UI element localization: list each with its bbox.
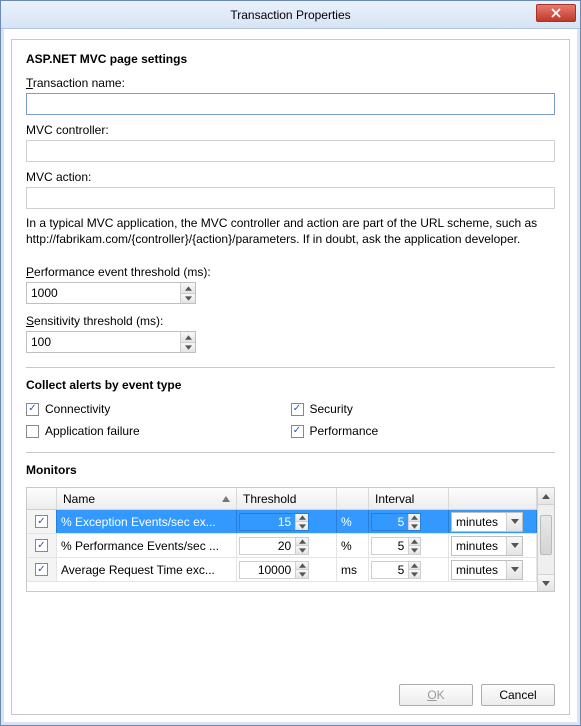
- spinner-down-icon[interactable]: [409, 570, 420, 578]
- row-checkbox[interactable]: [35, 563, 48, 576]
- interval-spinner[interactable]: [371, 513, 421, 531]
- col-header-name[interactable]: Name: [57, 488, 237, 509]
- spinner-up-icon[interactable]: [181, 283, 195, 294]
- mvc-action-input[interactable]: [26, 187, 555, 209]
- spinner-down-icon[interactable]: [296, 570, 308, 578]
- dialog-footer: OK Cancel: [399, 684, 555, 706]
- security-checkbox[interactable]: [291, 403, 304, 416]
- row-checkbox[interactable]: [35, 539, 48, 552]
- interval-input[interactable]: [372, 538, 408, 554]
- spinner-up-icon[interactable]: [181, 332, 195, 343]
- performance-label: Performance: [310, 424, 379, 438]
- row-name: Average Request Time exc...: [57, 558, 237, 581]
- row-checkbox[interactable]: [35, 515, 48, 528]
- scroll-down-icon[interactable]: [538, 574, 554, 591]
- spinner-down-icon[interactable]: [296, 522, 308, 530]
- perf-threshold-spinner[interactable]: [26, 282, 196, 304]
- spinner-down-icon[interactable]: [181, 294, 195, 304]
- dialog-window: Transaction Properties ASP.NET MVC page …: [0, 0, 581, 726]
- connectivity-label: Connectivity: [45, 402, 110, 416]
- monitors-table: Name Threshold Interval % Exception Even…: [26, 487, 555, 592]
- monitors-header-row: Name Threshold Interval: [27, 488, 537, 510]
- interval-unit-dropdown[interactable]: minutes: [451, 536, 523, 556]
- dialog-content: ASP.NET MVC page settings Transaction na…: [11, 39, 570, 715]
- table-row[interactable]: % Exception Events/sec ex...% minutes: [27, 510, 537, 534]
- section-heading-monitors: Monitors: [26, 463, 555, 477]
- spinner-down-icon[interactable]: [296, 546, 308, 554]
- transaction-name-label: Transaction name:: [26, 76, 555, 90]
- chevron-down-icon[interactable]: [506, 537, 522, 555]
- separator: [26, 367, 555, 368]
- threshold-input[interactable]: [240, 538, 295, 554]
- cancel-button[interactable]: Cancel: [481, 684, 555, 706]
- row-name: % Exception Events/sec ex...: [57, 510, 237, 533]
- interval-spinner[interactable]: [371, 561, 421, 579]
- threshold-unit: %: [337, 510, 369, 533]
- connectivity-checkbox[interactable]: [26, 403, 39, 416]
- interval-unit-dropdown[interactable]: minutes: [451, 560, 523, 580]
- spinner-up-icon[interactable]: [409, 562, 420, 571]
- separator: [26, 452, 555, 453]
- threshold-unit: ms: [337, 558, 369, 581]
- perf-threshold-input[interactable]: [27, 283, 180, 303]
- section-heading-alerts: Collect alerts by event type: [26, 378, 555, 392]
- spinner-up-icon[interactable]: [296, 562, 308, 571]
- mvc-action-label: MVC action:: [26, 170, 555, 184]
- titlebar: Transaction Properties: [1, 1, 580, 29]
- col-header-threshold[interactable]: Threshold: [237, 488, 337, 509]
- spinner-up-icon[interactable]: [296, 514, 308, 523]
- interval-spinner[interactable]: [371, 537, 421, 555]
- spinner-down-icon[interactable]: [409, 522, 420, 530]
- interval-unit-dropdown[interactable]: minutes: [451, 512, 523, 532]
- mvc-controller-input[interactable]: [26, 140, 555, 162]
- interval-unit-value: minutes: [452, 537, 506, 555]
- interval-unit-value: minutes: [452, 561, 506, 579]
- threshold-input[interactable]: [240, 562, 295, 578]
- security-label: Security: [310, 402, 353, 416]
- interval-input[interactable]: [372, 514, 408, 530]
- monitors-scrollbar[interactable]: [537, 488, 554, 591]
- table-row[interactable]: Average Request Time exc... ms minutes: [27, 558, 537, 582]
- ok-button[interactable]: OK: [399, 684, 473, 706]
- window-title: Transaction Properties: [230, 8, 350, 22]
- performance-checkbox[interactable]: [291, 425, 304, 438]
- transaction-name-input[interactable]: [26, 93, 555, 115]
- sensitivity-threshold-label: Sensitivity threshold (ms):: [26, 314, 555, 328]
- row-name: % Performance Events/sec ...: [57, 534, 237, 557]
- close-icon: [551, 8, 561, 18]
- interval-unit-value: minutes: [452, 513, 506, 531]
- section-heading-mvc: ASP.NET MVC page settings: [26, 52, 555, 66]
- spinner-up-icon[interactable]: [296, 538, 308, 547]
- threshold-unit: %: [337, 534, 369, 557]
- mvc-controller-label: MVC controller:: [26, 123, 555, 137]
- perf-threshold-label: Performance event threshold (ms):: [26, 265, 555, 279]
- spinner-down-icon[interactable]: [409, 546, 420, 554]
- chevron-down-icon[interactable]: [506, 513, 522, 531]
- threshold-spinner[interactable]: [239, 537, 309, 555]
- spinner-down-icon[interactable]: [181, 343, 195, 353]
- table-row[interactable]: % Performance Events/sec ...% minutes: [27, 534, 537, 558]
- threshold-input[interactable]: [240, 514, 295, 530]
- threshold-spinner[interactable]: [239, 561, 309, 579]
- app-failure-checkbox[interactable]: [26, 425, 39, 438]
- interval-input[interactable]: [372, 562, 408, 578]
- spinner-up-icon[interactable]: [409, 538, 420, 547]
- sensitivity-threshold-spinner[interactable]: [26, 331, 196, 353]
- close-button[interactable]: [536, 4, 576, 22]
- scroll-up-icon[interactable]: [538, 488, 554, 505]
- chevron-down-icon[interactable]: [506, 561, 522, 579]
- sort-asc-icon: [222, 496, 230, 502]
- col-header-interval[interactable]: Interval: [369, 488, 449, 509]
- sensitivity-threshold-input[interactable]: [27, 332, 180, 352]
- scroll-thumb[interactable]: [540, 515, 552, 555]
- app-failure-label: Application failure: [45, 424, 140, 438]
- threshold-spinner[interactable]: [239, 513, 309, 531]
- spinner-up-icon[interactable]: [409, 514, 420, 523]
- mvc-helptext: In a typical MVC application, the MVC co…: [26, 215, 555, 247]
